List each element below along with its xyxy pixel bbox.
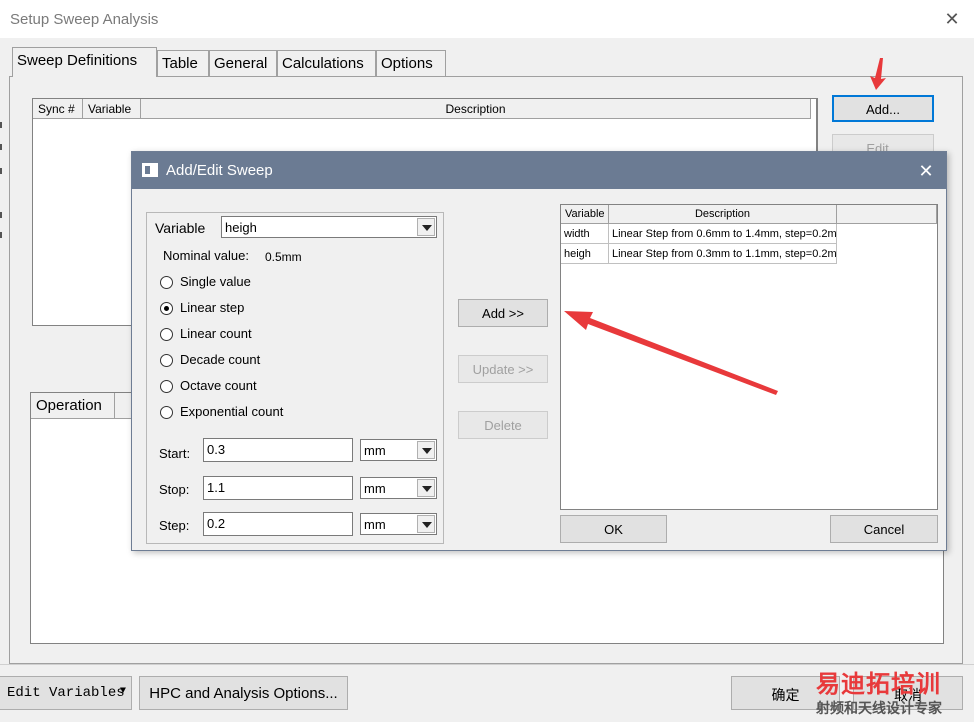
variable-select[interactable]: heigh (221, 216, 437, 238)
tab-options[interactable]: Options (376, 50, 446, 76)
radio-label: Decade count (180, 352, 261, 367)
outer-window-title: Setup Sweep Analysis (10, 11, 159, 28)
stop-input[interactable]: 1.1 (203, 476, 353, 500)
outer-title-bar: Setup Sweep Analysis ✕ (0, 0, 974, 38)
chevron-down-icon[interactable] (417, 479, 435, 497)
chevron-down-icon[interactable] (417, 515, 435, 533)
radio-label: Linear step (180, 300, 245, 315)
column-header-sync[interactable]: Sync # (33, 99, 83, 119)
radio-label: Single value (180, 274, 251, 289)
dialog-ok-button[interactable]: OK (560, 515, 667, 543)
radio-icon[interactable] (160, 380, 173, 393)
start-input[interactable]: 0.3 (203, 438, 353, 462)
watermark-logo: 易迪拓培训 射频和天线设计专家 (812, 662, 972, 720)
chevron-down-icon[interactable] (417, 218, 435, 236)
stop-label: Stop: (159, 482, 190, 497)
dialog-add-button[interactable]: Add >> (458, 299, 548, 327)
column-header-variable[interactable]: Variable (83, 99, 141, 119)
nominal-value-label: Nominal value: (163, 248, 249, 263)
table-cell-variable[interactable]: width (561, 224, 609, 244)
variable-label: Variable (155, 220, 206, 236)
watermark-line2: 射频和天线设计专家 (816, 701, 942, 717)
window-icon (142, 163, 158, 177)
step-unit-value: mm (364, 517, 386, 532)
tab-general[interactable]: General (209, 50, 277, 76)
chevron-down-icon[interactable] (417, 441, 435, 459)
radio-label: Octave count (180, 378, 257, 393)
dialog-delete-button[interactable]: Delete (458, 411, 548, 439)
column-header-description[interactable]: Description (609, 205, 837, 224)
left-edge-marks (0, 0, 3, 260)
start-unit-select[interactable]: mm (360, 439, 437, 461)
start-unit-value: mm (364, 443, 386, 458)
step-unit-select[interactable]: mm (360, 513, 437, 535)
step-input[interactable]: 0.2 (203, 512, 353, 536)
table-cell-description[interactable]: Linear Step from 0.3mm to 1.1mm, step=0.… (609, 244, 837, 264)
start-label: Start: (159, 446, 191, 461)
add-sweep-button[interactable]: Add... (832, 95, 934, 122)
edit-variables-label: Edit Variables (7, 685, 125, 701)
dialog-update-button[interactable]: Update >> (458, 355, 548, 383)
edit-variables-button[interactable]: Edit Variables ▼ (0, 676, 132, 710)
dropdown-arrow-icon: ▼ (119, 686, 126, 697)
radio-checked-icon[interactable] (160, 302, 173, 315)
watermark-line1: 易迪拓培训 (816, 670, 941, 698)
dialog-cancel-button[interactable]: Cancel (830, 515, 938, 543)
column-header-blank (837, 205, 937, 224)
column-header-operation[interactable]: Operation (31, 393, 115, 419)
step-label: Step: (159, 518, 190, 533)
outer-close-icon[interactable]: ✕ (941, 8, 963, 30)
radio-icon[interactable] (160, 406, 173, 419)
column-header-variable[interactable]: Variable (561, 205, 609, 224)
radio-label: Linear count (180, 326, 252, 341)
stop-unit-select[interactable]: mm (360, 477, 437, 499)
radio-label: Exponential count (180, 404, 284, 419)
hpc-options-button[interactable]: HPC and Analysis Options... (139, 676, 348, 710)
nominal-value: 0.5mm (265, 250, 302, 264)
dialog-close-icon[interactable]: ✕ (915, 160, 937, 182)
radio-icon[interactable] (160, 354, 173, 367)
table-cell-description[interactable]: Linear Step from 0.6mm to 1.4mm, step=0.… (609, 224, 837, 244)
dialog-title-bar: Add/Edit Sweep ✕ (132, 152, 946, 189)
radio-icon[interactable] (160, 328, 173, 341)
tab-table[interactable]: Table (157, 50, 209, 76)
add-edit-sweep-dialog: Add/Edit Sweep ✕ Variable heigh Nominal … (131, 151, 947, 551)
column-header-description[interactable]: Description (141, 99, 811, 119)
sweeps-table[interactable]: Variable Description width Linear Step f… (560, 204, 938, 510)
stop-unit-value: mm (364, 481, 386, 496)
table-cell-variable[interactable]: heigh (561, 244, 609, 264)
radio-icon[interactable] (160, 276, 173, 289)
variable-select-value: heigh (225, 220, 257, 235)
tab-calculations[interactable]: Calculations (277, 50, 376, 76)
sweep-settings-group: Variable heigh Nominal value: 0.5mm Sing… (146, 212, 444, 544)
dialog-title: Add/Edit Sweep (166, 162, 273, 179)
tab-sweep-definitions[interactable]: Sweep Definitions (12, 47, 157, 77)
